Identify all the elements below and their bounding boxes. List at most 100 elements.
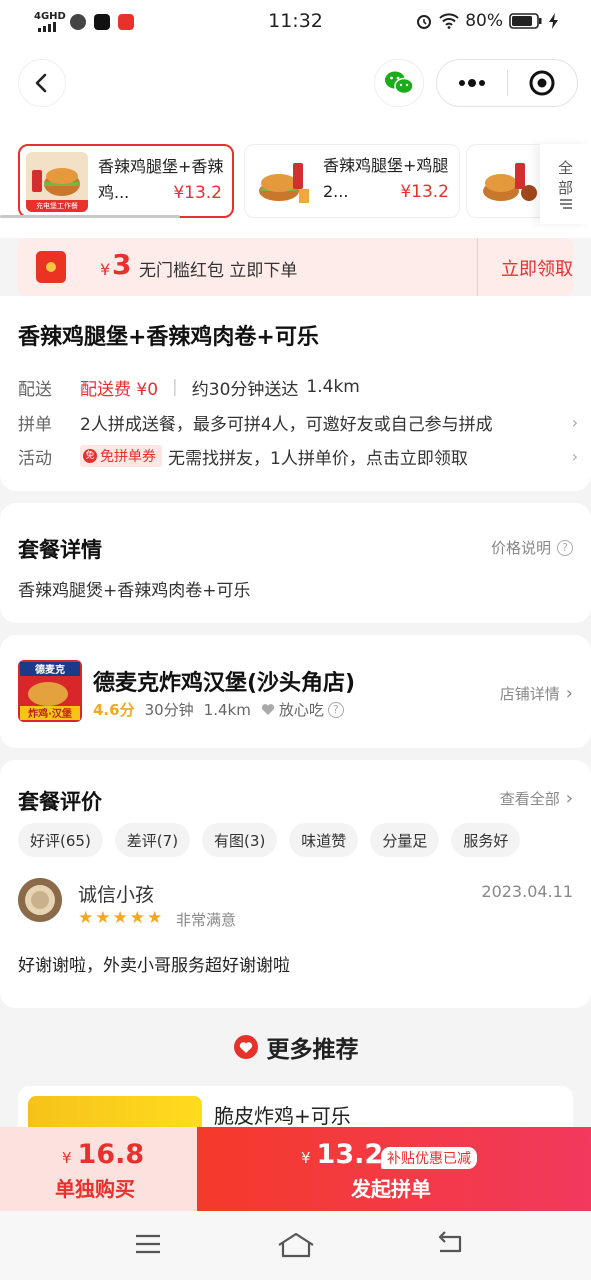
safe-eat-badge: 放心吃 ? <box>261 699 344 720</box>
star-icon: ★ <box>78 908 94 928</box>
package-option-1[interactable]: 充电堡工作餐 香辣鸡腿堡+香辣鸡... ¥13.2 <box>18 144 234 218</box>
shop-distance: 1.4km <box>203 700 251 719</box>
delivery-distance: 1.4km <box>306 377 360 397</box>
activity-text: 无需找拼友，1人拼单价，点击立即领取 <box>168 448 468 469</box>
chevron-right-icon: › <box>565 788 573 809</box>
alarm-icon <box>417 15 432 29</box>
activity-row[interactable]: 活动 免 免拼单券 无需找拼友，1人拼单价，点击立即领取 › <box>18 443 578 469</box>
more-recommendations-header: 更多推荐 <box>0 1030 591 1064</box>
free-group-coupon-tag: 免 免拼单券 <box>80 445 162 467</box>
review-filter-chips: 好评(65) 差评(7) 有图(3) 味道赞 分量足 服务好 <box>18 823 521 857</box>
package-details-card: 套餐详情 价格说明 ? 香辣鸡腿煲+香辣鸡肉卷+可乐 <box>0 503 591 623</box>
more-icon <box>458 79 485 87</box>
group-price: 13.2 <box>316 1139 384 1170</box>
chip-positive[interactable]: 好评(65) <box>18 823 103 857</box>
chip-with-photos[interactable]: 有图(3) <box>202 823 278 857</box>
more-button[interactable] <box>437 60 507 106</box>
svg-text:炸鸡·汉堡: 炸鸡·汉堡 <box>28 707 72 720</box>
wechat-icon <box>385 71 414 95</box>
system-nav-bar <box>0 1211 591 1280</box>
heart-icon <box>261 704 274 715</box>
wechat-share-button[interactable] <box>374 59 424 107</box>
star-icon: ★ <box>112 908 128 928</box>
chevron-right-icon: › <box>565 683 573 704</box>
close-miniprogram-button[interactable] <box>508 60 578 106</box>
rating-stars: ★ ★ ★ ★ ★ <box>78 908 162 928</box>
home-icon[interactable] <box>276 1231 316 1259</box>
shop-delivery-time: 30分钟 <box>144 701 194 719</box>
package-thumbnail: 充电堡工作餐 <box>26 152 88 212</box>
battery-icon <box>509 13 542 29</box>
top-nav <box>0 46 591 130</box>
shop-logo: 德麦克 炸鸡·汉堡 <box>18 660 82 722</box>
subsidy-badge: 补贴优惠已减 <box>381 1147 477 1169</box>
coupon-banner[interactable]: ¥ 3 无门槛红包 立即下单 立即领取 <box>18 238 573 296</box>
wifi-icon <box>439 13 459 29</box>
group-label: 发起拼单 <box>351 1177 431 1201</box>
star-icon: ★ <box>147 908 163 928</box>
target-icon <box>529 70 555 96</box>
package-option-2[interactable]: 香辣鸡腿堡+鸡腿2... ¥13.2 <box>244 144 460 218</box>
review-text: 好谢谢啦，外卖小哥服务超好谢谢啦 <box>18 956 290 976</box>
chevron-right-icon: › <box>571 412 578 432</box>
shop-meta: 4.6分 30分钟 1.4km 放心吃 ? <box>93 699 344 720</box>
reviews-title: 套餐评价 <box>18 790 102 814</box>
shop-score: 4.6分 <box>93 701 135 719</box>
view-all-reviews-link[interactable]: 查看全部 › <box>500 788 573 809</box>
coupon-amount: 3 <box>112 248 132 281</box>
group-buy-text: 2人拼成送餐，最多可拼4人，可邀好友或自己参与拼成 <box>80 414 493 435</box>
svg-text:德麦克: 德麦克 <box>34 663 65 676</box>
battery-percent: 80% <box>465 11 503 31</box>
back-icon <box>35 73 47 93</box>
details-content: 香辣鸡腿煲+香辣鸡肉卷+可乐 <box>18 581 251 601</box>
avatar <box>18 878 62 922</box>
package-thumbnail <box>477 151 539 211</box>
single-label: 单独购买 <box>55 1177 135 1201</box>
claim-coupon-button[interactable]: 立即领取 <box>501 255 573 281</box>
question-icon: ? <box>557 539 573 556</box>
back-nav-icon[interactable] <box>434 1231 466 1257</box>
shop-details-link[interactable]: 店铺详情 › <box>500 683 573 704</box>
buy-single-button[interactable]: ¥ 16.8 单独购买 <box>0 1127 197 1211</box>
review-date: 2023.04.11 <box>481 882 573 901</box>
chip-service[interactable]: 服务好 <box>451 823 521 857</box>
scroll-indicator <box>0 215 180 218</box>
chevron-right-icon: › <box>571 446 578 466</box>
delivery-row: 配送 配送费 ¥0 | 约30分钟送达 1.4km <box>18 374 578 400</box>
delivery-fee: 配送费 ¥0 <box>80 379 159 400</box>
package-price: ¥13.2 <box>173 183 222 203</box>
back-button[interactable] <box>18 59 66 107</box>
heart-icon <box>233 1035 258 1059</box>
reviewer-name: 诚信小孩 <box>78 884 155 906</box>
price-explanation-link[interactable]: 价格说明 ? <box>491 537 573 558</box>
status-bar: 4GHD 11:32 80% <box>0 0 591 46</box>
chip-portion[interactable]: 分量足 <box>370 823 440 857</box>
star-icon: ★ <box>129 908 145 928</box>
recommendation-name: 脆皮炸鸡+可乐 <box>214 1104 351 1128</box>
start-group-buy-button[interactable]: ¥ 13.2 补贴优惠已减 发起拼单 <box>197 1127 591 1211</box>
rating-text: 非常满意 <box>176 911 237 929</box>
shop-name: 德麦克炸鸡汉堡(沙头角店) <box>93 671 356 696</box>
coupon-text: 无门槛红包 立即下单 <box>139 261 298 281</box>
package-thumbnail <box>251 151 313 211</box>
product-info-card: 香辣鸡腿堡+香辣鸡肉卷+可乐 配送 配送费 ¥0 | 约30分钟送达 1.4km… <box>0 296 591 491</box>
chip-negative[interactable]: 差评(7) <box>114 823 191 857</box>
single-price: 16.8 <box>77 1139 145 1170</box>
bottom-action-bar: ¥ 16.8 单独购买 ¥ 13.2 补贴优惠已减 发起拼单 <box>0 1127 591 1211</box>
question-icon: ? <box>327 701 344 718</box>
charging-icon <box>549 13 558 29</box>
reviews-card: 套餐评价 查看全部 › 好评(65) 差评(7) 有图(3) 味道赞 分量足 服… <box>0 760 591 1008</box>
red-envelope-icon <box>36 251 66 283</box>
delivery-time: 约30分钟送达 <box>191 379 299 400</box>
menu-icon[interactable] <box>133 1231 163 1257</box>
package-selector: 充电堡工作餐 香辣鸡腿堡+香辣鸡... ¥13.2 香辣鸡腿堡+鸡腿2... ¥… <box>0 130 591 238</box>
details-title: 套餐详情 <box>18 538 102 562</box>
chip-tasty[interactable]: 味道赞 <box>289 823 359 857</box>
all-packages-button[interactable]: 全 部 <box>540 144 591 224</box>
star-icon: ★ <box>95 908 111 928</box>
list-icon <box>559 199 572 209</box>
shop-card[interactable]: 德麦克 炸鸡·汉堡 德麦克炸鸡汉堡(沙头角店) 4.6分 30分钟 1.4km … <box>0 635 591 748</box>
group-buy-row[interactable]: 拼单 2人拼成送餐，最多可拼4人，可邀好友或自己参与拼成 › <box>18 409 578 435</box>
product-title: 香辣鸡腿堡+香辣鸡肉卷+可乐 <box>18 325 319 350</box>
package-price: ¥13.2 <box>400 182 449 202</box>
